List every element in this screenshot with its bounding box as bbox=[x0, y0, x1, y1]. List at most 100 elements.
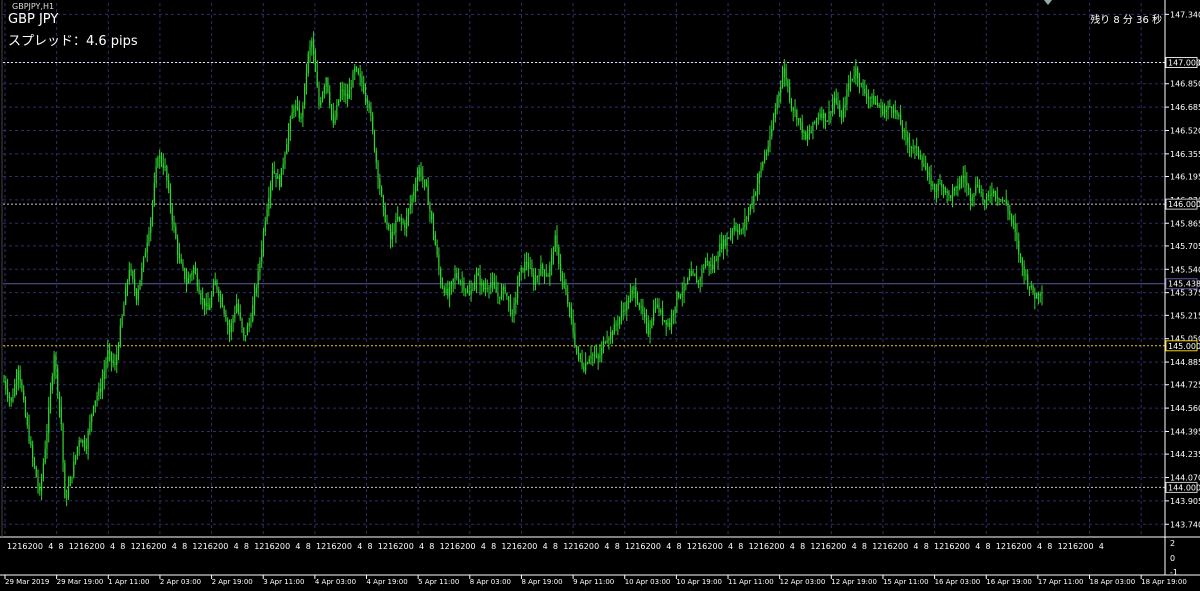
time-tick-label: 16 Apr 19:00 bbox=[986, 578, 1032, 586]
candle-body bbox=[617, 323, 619, 325]
candle-body bbox=[508, 296, 510, 302]
hour-tick-label: 20 bbox=[893, 542, 903, 551]
hour-tick-label: 16 bbox=[512, 542, 522, 551]
candle-body bbox=[187, 277, 189, 284]
candle-body bbox=[266, 209, 268, 222]
candle-body bbox=[261, 249, 263, 262]
hour-tick-label: 8 bbox=[182, 542, 187, 551]
candle-body bbox=[484, 287, 487, 290]
candle-body bbox=[123, 304, 125, 316]
hour-tick-label: 0 bbox=[100, 542, 105, 551]
candle-body bbox=[604, 341, 606, 343]
candle-body bbox=[397, 216, 399, 220]
candle-body bbox=[218, 289, 220, 297]
candle-body bbox=[821, 113, 823, 119]
candle-body bbox=[180, 258, 182, 264]
candle-body bbox=[817, 117, 819, 120]
candle-body bbox=[626, 300, 628, 311]
price-level-tag-label: 144.000 bbox=[1168, 483, 1200, 492]
candle-body bbox=[302, 105, 304, 117]
candle-body bbox=[443, 287, 445, 294]
hour-tick-label: 0 bbox=[38, 542, 43, 551]
candle-body bbox=[28, 424, 30, 442]
candle-body bbox=[205, 302, 207, 307]
candle-body bbox=[882, 105, 884, 115]
candle-body bbox=[191, 273, 193, 276]
hour-tick-label: 20 bbox=[1078, 542, 1088, 551]
price-chart[interactable]: 147.340 147.000 146.850 146.685 146.520 146.3… bbox=[0, 0, 1200, 591]
candle-body bbox=[755, 193, 757, 196]
candle-body bbox=[554, 235, 556, 252]
candle-body bbox=[483, 282, 485, 290]
candle-body bbox=[134, 279, 136, 290]
candle-body bbox=[688, 276, 691, 280]
candle-body bbox=[311, 40, 313, 47]
candle-body bbox=[341, 89, 343, 91]
candle-body bbox=[5, 381, 7, 389]
candle-body bbox=[771, 129, 773, 137]
candle-body bbox=[286, 143, 288, 155]
candle-body bbox=[15, 379, 18, 385]
candle-body bbox=[216, 280, 218, 290]
candle-body bbox=[835, 97, 837, 104]
price-tick-label: 144.885 bbox=[1170, 358, 1200, 367]
candle-body bbox=[939, 183, 941, 185]
hour-tick-label: 4 bbox=[913, 542, 918, 551]
candle-body bbox=[876, 102, 878, 106]
candle-body bbox=[715, 260, 717, 262]
candle-body bbox=[323, 86, 325, 94]
candle-body bbox=[148, 232, 150, 243]
candle-body bbox=[778, 92, 780, 98]
candle-body bbox=[379, 178, 381, 188]
candle-body bbox=[141, 267, 143, 280]
hour-tick-label: 20 bbox=[460, 542, 470, 551]
hour-tick-label: 20 bbox=[28, 542, 38, 551]
hour-tick-label: 8 bbox=[120, 542, 125, 551]
hour-tick-label: 4 bbox=[666, 542, 671, 551]
candle-body bbox=[672, 313, 674, 317]
hour-tick-label: 4 bbox=[481, 542, 486, 551]
candle-body bbox=[450, 282, 453, 287]
candle-body bbox=[368, 103, 370, 109]
candle-body bbox=[781, 77, 784, 87]
candle-body bbox=[926, 170, 929, 173]
candle-body bbox=[783, 67, 785, 78]
price-tick-label: 145.705 bbox=[1170, 242, 1200, 251]
candle-body bbox=[277, 176, 279, 179]
hour-tick-label: 4 bbox=[48, 542, 53, 551]
candle-body bbox=[951, 191, 954, 198]
candle-body bbox=[941, 183, 943, 188]
time-tick-label: 15 Apr 11:00 bbox=[883, 578, 929, 586]
candle-body bbox=[653, 309, 655, 321]
hour-tick-label: 12 bbox=[810, 542, 820, 551]
candle-body bbox=[647, 322, 649, 335]
chart-window-title: GBPJPY,H1 bbox=[12, 2, 55, 11]
candle-body bbox=[721, 243, 723, 249]
candle-body bbox=[570, 306, 572, 319]
candle-body bbox=[996, 196, 998, 198]
candle-body bbox=[567, 293, 569, 305]
candle-body bbox=[364, 92, 367, 98]
candle-body bbox=[427, 185, 429, 205]
candle-body bbox=[998, 197, 1000, 201]
candle-body bbox=[389, 228, 392, 240]
hour-tick-label: 0 bbox=[1027, 542, 1032, 551]
candle-body bbox=[255, 287, 257, 293]
candle-body bbox=[112, 360, 114, 364]
hour-tick-label: 4 bbox=[852, 542, 857, 551]
price-axis[interactable]: 147.340 147.000 146.850 146.685 146.520 146.3… bbox=[1164, 0, 1200, 537]
hour-tick-label: 8 bbox=[1047, 542, 1052, 551]
candle-body bbox=[126, 281, 129, 289]
candle-body bbox=[932, 184, 934, 187]
candle-body bbox=[289, 118, 291, 132]
candle-body bbox=[826, 121, 828, 123]
candle-body bbox=[144, 252, 146, 258]
shift-marker-icon[interactable] bbox=[1044, 0, 1052, 5]
candle-body bbox=[928, 172, 930, 176]
candle-body bbox=[330, 104, 333, 114]
candle-body bbox=[842, 107, 844, 118]
candle-body bbox=[518, 271, 521, 287]
hour-tick-label: 0 bbox=[347, 542, 352, 551]
candle-body bbox=[48, 407, 50, 433]
hour-tick-label: 16 bbox=[1006, 542, 1016, 551]
